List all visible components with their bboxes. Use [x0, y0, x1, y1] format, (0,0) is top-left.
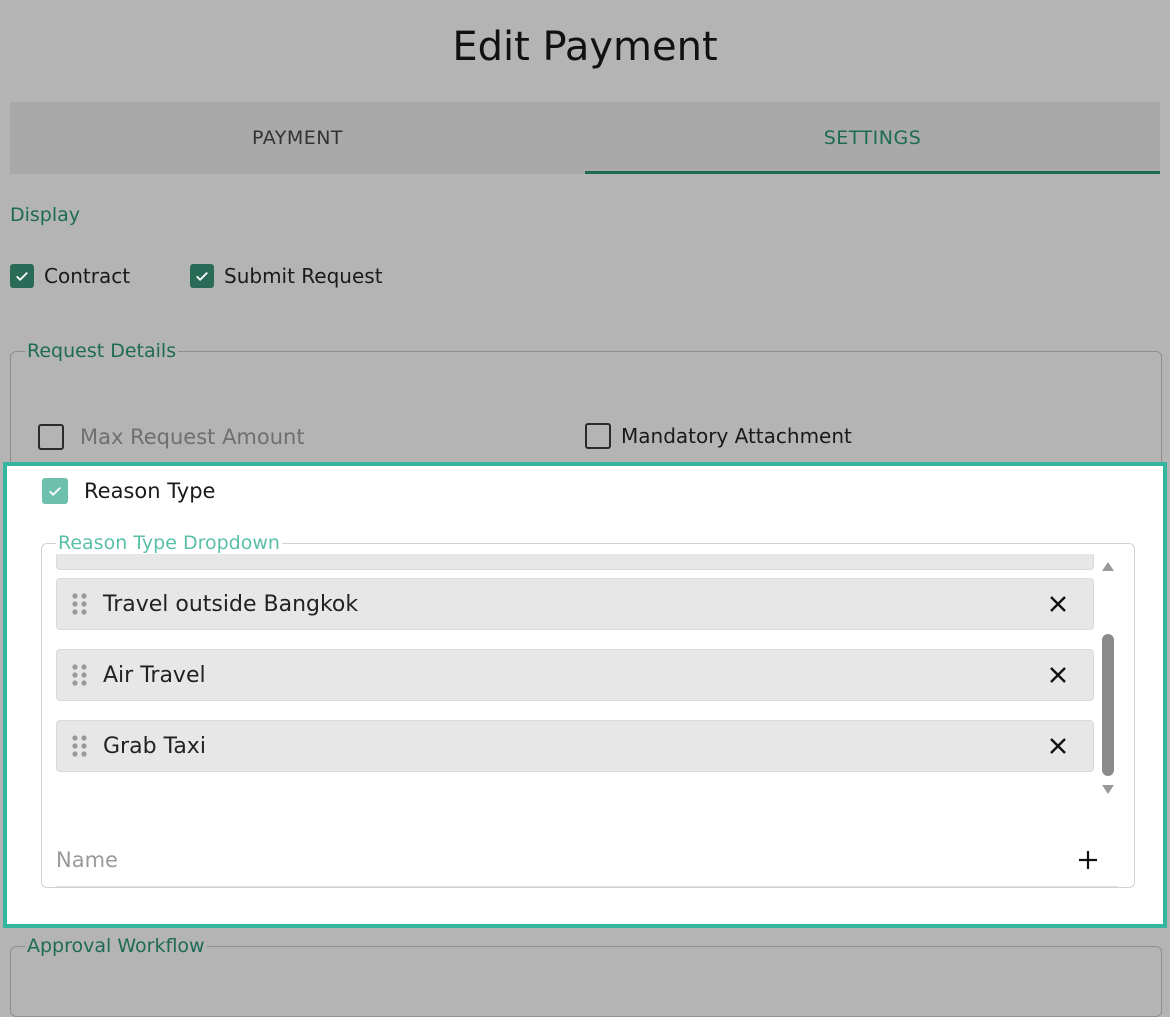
reason-type-dropdown-legend: Reason Type Dropdown: [58, 532, 280, 554]
mandatory-attachment-checkbox[interactable]: [585, 423, 611, 449]
drag-handle-icon[interactable]: [71, 663, 89, 687]
check-icon: [49, 486, 61, 497]
approval-workflow-group: Approval Workflow: [10, 935, 1162, 1017]
check-icon: [16, 271, 28, 282]
reason-name-input[interactable]: [56, 848, 1076, 872]
scrollbar-thumb[interactable]: [1102, 634, 1114, 776]
approval-workflow-legend: Approval Workflow: [27, 935, 205, 957]
drag-handle-icon[interactable]: [71, 592, 89, 616]
scroll-up-arrow-icon[interactable]: [1101, 560, 1115, 572]
close-icon[interactable]: [1047, 735, 1069, 757]
list-item-label: Grab Taxi: [103, 733, 206, 759]
max-request-amount-checkbox[interactable]: [38, 424, 64, 450]
list-item-label: Air Travel: [103, 662, 206, 688]
reason-type-label: Reason Type: [84, 479, 216, 503]
list-item-partial: [56, 554, 1094, 570]
max-request-amount-row[interactable]: Max Request Amount: [38, 424, 305, 450]
max-request-amount-label: Max Request Amount: [80, 425, 305, 449]
reason-type-checkbox-row[interactable]: Reason Type: [42, 478, 215, 504]
drag-handle-icon[interactable]: [71, 734, 89, 758]
list-item[interactable]: Travel outside Bangkok: [56, 578, 1094, 630]
page-title: Edit Payment: [452, 24, 718, 70]
reason-type-dropdown-group: Reason Type Dropdown Travel outside Bang…: [41, 532, 1135, 888]
contract-label: Contract: [44, 264, 131, 288]
list-item-label: Travel outside Bangkok: [103, 591, 359, 617]
list-item[interactable]: Grab Taxi: [56, 720, 1094, 772]
close-icon[interactable]: [1047, 593, 1069, 615]
contract-checkbox-row[interactable]: Contract: [10, 264, 130, 288]
submit-request-label: Submit Request: [224, 264, 383, 288]
mandatory-attachment-row[interactable]: Mandatory Attachment: [585, 423, 852, 449]
add-icon[interactable]: [1076, 848, 1100, 872]
scroll-down-arrow-icon[interactable]: [1101, 784, 1115, 796]
tab-settings[interactable]: SETTINGS: [585, 102, 1160, 174]
reason-type-checkbox[interactable]: [42, 478, 68, 504]
mandatory-attachment-label: Mandatory Attachment: [621, 424, 852, 448]
contract-checkbox[interactable]: [10, 264, 34, 288]
close-icon[interactable]: [1047, 664, 1069, 686]
tab-bar: PAYMENT SETTINGS: [10, 102, 1160, 174]
request-details-legend: Request Details: [27, 340, 177, 362]
display-section-label: Display: [10, 204, 81, 226]
submit-request-checkbox[interactable]: [190, 264, 214, 288]
check-icon: [196, 271, 208, 282]
new-reason-row: [56, 834, 1118, 887]
tab-payment[interactable]: PAYMENT: [10, 102, 585, 174]
reason-type-panel: Reason Type Reason Type Dropdown Travel …: [3, 462, 1167, 928]
list-item[interactable]: Air Travel: [56, 649, 1094, 701]
reason-list[interactable]: Travel outside Bangkok Air Travel Grab T…: [56, 554, 1096, 804]
submit-request-checkbox-row[interactable]: Submit Request: [190, 264, 383, 288]
